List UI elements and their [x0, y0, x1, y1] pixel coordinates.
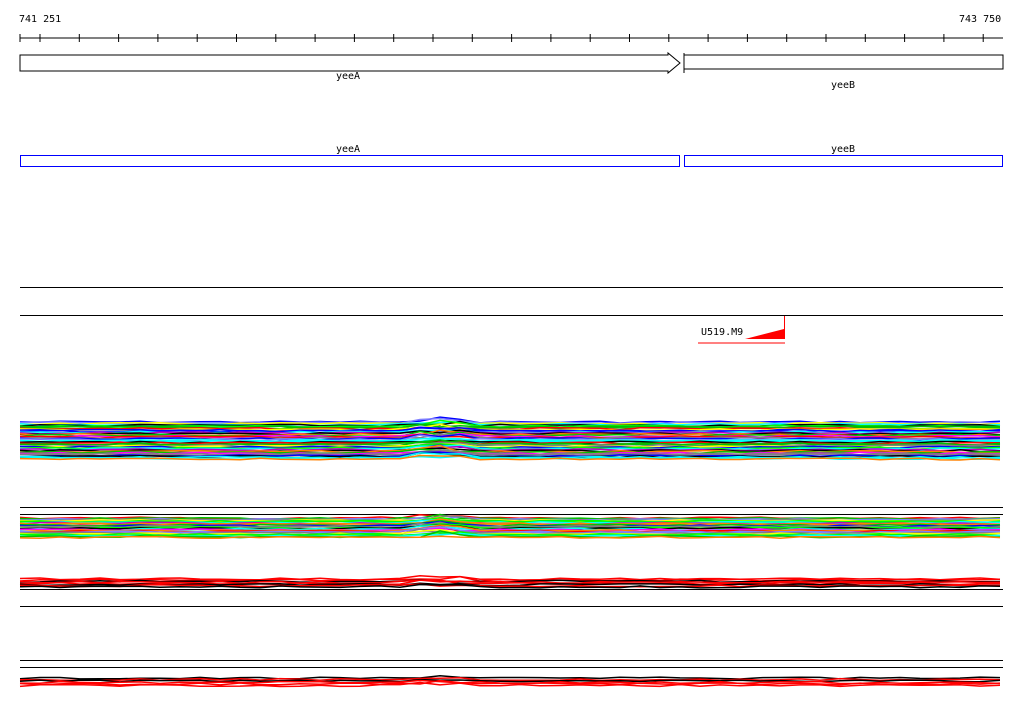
- tracks-canvas: [19, 34, 1004, 688]
- feature-label: U519.M9: [701, 327, 744, 338]
- coverage-bands: [19, 416, 1001, 688]
- gene-track: [19, 51, 1004, 75]
- annotation-yeeA-box[interactable]: [20, 155, 680, 167]
- annotation-yeeB-box[interactable]: [684, 155, 1003, 167]
- coverage-line: [19, 535, 1001, 540]
- gene-label-yeeB: yeeB: [831, 80, 856, 91]
- annotation-track: [20, 155, 1003, 167]
- ruler: [19, 34, 1003, 42]
- genome-browser: 741 251 743 750 yeeA yeeB yeeA yeeB U519…: [0, 0, 1024, 714]
- feature-signal-triangle: [745, 316, 785, 339]
- annotation-label-yeeA: yeeA: [336, 144, 361, 155]
- gene-label-yeeA: yeeA: [336, 71, 361, 82]
- annotation-label-yeeB: yeeB: [831, 144, 856, 155]
- ruler-end-label: 743 750: [959, 14, 1002, 25]
- gene-yeeA-arrow[interactable]: [19, 51, 681, 75]
- ruler-start-label: 741 251: [19, 14, 62, 25]
- gene-yeeB-box[interactable]: [683, 54, 1004, 70]
